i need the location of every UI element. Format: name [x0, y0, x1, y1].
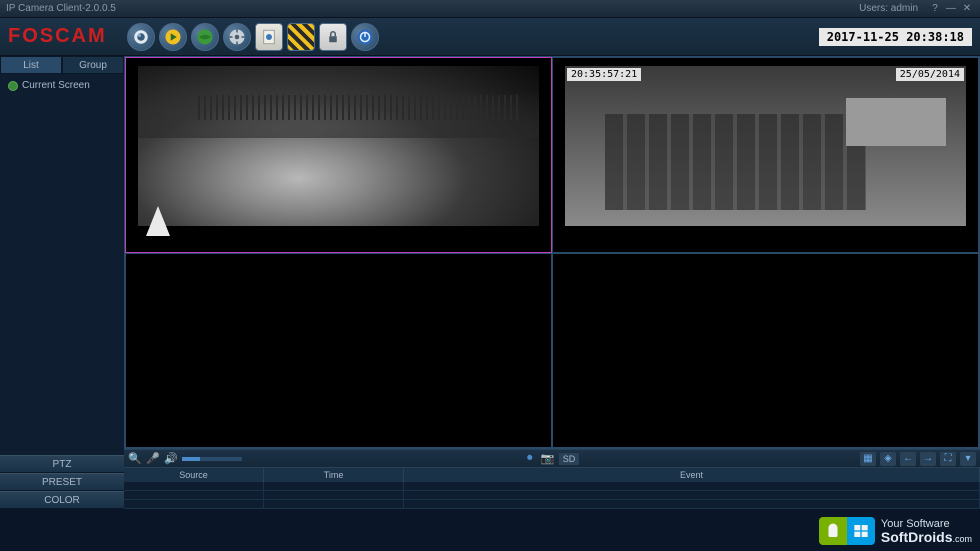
titlebar: IP Camera Client-2.0.0.5 Users: admin ? …: [0, 0, 980, 18]
tree-item-label: Current Screen: [22, 80, 90, 91]
table-row: [124, 491, 980, 500]
nav-right-button[interactable]: →: [920, 452, 936, 466]
logo: FOSCAM: [8, 25, 107, 48]
record-icon[interactable]: ⏺: [523, 452, 537, 466]
event-table-body: [124, 482, 980, 509]
device-tree: Current Screen: [0, 74, 124, 455]
watermark: Your Software SoftDroids.com: [819, 517, 972, 545]
mic-icon[interactable]: 🎤: [146, 452, 160, 466]
gear-icon[interactable]: [223, 23, 251, 51]
snapshot-icon[interactable]: 📷: [541, 452, 555, 466]
header: FOSCAM 2017-11-25 20:38:18: [0, 18, 980, 56]
sd-button[interactable]: SD: [559, 453, 580, 465]
camera-feed-1: [138, 66, 539, 226]
camera-cell-2[interactable]: 20:35:57:21 25/05/2014: [552, 57, 979, 253]
content: 20:35:57:21 25/05/2014 🔍 🎤 🔊 ⏺ 📷 SD ▦ ◈ …: [124, 56, 980, 509]
main-toolbar: [127, 23, 819, 51]
minimize-button[interactable]: —: [944, 2, 958, 16]
table-row: [124, 482, 980, 491]
users-label: Users: admin: [859, 3, 918, 14]
main-area: List Group Current Screen PTZ PRESET COL…: [0, 56, 980, 509]
camera-feed-2: 20:35:57:21 25/05/2014: [565, 66, 966, 226]
col-source[interactable]: Source: [124, 468, 264, 482]
volume-slider[interactable]: [182, 457, 242, 461]
sidebar-tabs: List Group: [0, 56, 124, 74]
fullscreen-button[interactable]: ⛶: [940, 452, 956, 466]
close-button[interactable]: ✕: [960, 2, 974, 16]
report-icon[interactable]: [255, 23, 283, 51]
sidebar-bottom-panel: PTZ PRESET COLOR: [0, 455, 124, 509]
camera-cell-3[interactable]: [125, 253, 552, 449]
control-bar: 🔍 🎤 🔊 ⏺ 📷 SD ▦ ◈ ← → ⛶ ▾: [124, 449, 980, 467]
webcam-icon[interactable]: [127, 23, 155, 51]
speaker-icon[interactable]: 🔊: [164, 452, 178, 466]
event-table: Source Time Event: [124, 467, 980, 509]
nav-center-button[interactable]: ◈: [880, 452, 896, 466]
warning-icon[interactable]: [287, 23, 315, 51]
color-button[interactable]: COLOR: [0, 491, 124, 509]
power-icon[interactable]: [351, 23, 379, 51]
feed-date-overlay: 25/05/2014: [896, 68, 964, 81]
sidebar: List Group Current Screen PTZ PRESET COL…: [0, 56, 124, 509]
ptz-button[interactable]: PTZ: [0, 455, 124, 473]
play-icon[interactable]: [159, 23, 187, 51]
camera-cell-4[interactable]: [552, 253, 979, 449]
camera-grid: 20:35:57:21 25/05/2014: [124, 56, 980, 449]
status-dot-icon: [8, 81, 18, 91]
collapse-button[interactable]: ▾: [960, 452, 976, 466]
lock-icon[interactable]: [319, 23, 347, 51]
grid-layout-button[interactable]: ▦: [860, 452, 876, 466]
datetime-display: 2017-11-25 20:38:18: [819, 28, 972, 46]
nav-left-button[interactable]: ←: [900, 452, 916, 466]
settings-icon[interactable]: ?: [928, 2, 942, 16]
preset-button[interactable]: PRESET: [0, 473, 124, 491]
event-table-header: Source Time Event: [124, 468, 980, 482]
tab-list[interactable]: List: [0, 56, 62, 74]
windows-icon: [847, 517, 875, 545]
table-row: [124, 500, 980, 509]
globe-icon[interactable]: [191, 23, 219, 51]
col-time[interactable]: Time: [264, 468, 404, 482]
feed-time-overlay: 20:35:57:21: [567, 68, 641, 81]
tree-item-current-screen[interactable]: Current Screen: [4, 78, 120, 93]
col-event[interactable]: Event: [404, 468, 980, 482]
search-icon[interactable]: 🔍: [128, 452, 142, 466]
window-title: IP Camera Client-2.0.0.5: [6, 3, 859, 14]
camera-cell-1[interactable]: [125, 57, 552, 253]
tab-group[interactable]: Group: [62, 56, 124, 74]
android-icon: [819, 517, 847, 545]
watermark-line2: SoftDroids.com: [881, 530, 972, 544]
